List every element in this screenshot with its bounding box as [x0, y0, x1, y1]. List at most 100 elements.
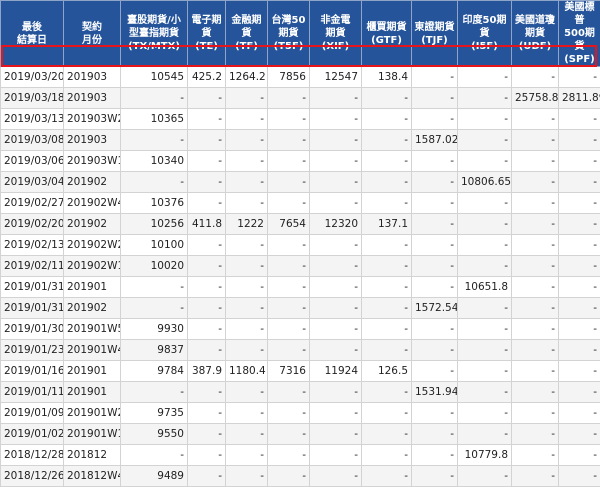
cell-udf: -: [512, 235, 559, 256]
cell-tx-mtx: -: [121, 172, 188, 193]
cell-tf: -: [226, 88, 268, 109]
cell-tx-mtx: -: [121, 130, 188, 151]
cell-t5f: -: [268, 109, 310, 130]
cell-i5f: -: [458, 298, 512, 319]
cell-tf: -: [226, 445, 268, 466]
cell-tjf: -: [412, 235, 458, 256]
cell-spf: -: [559, 403, 600, 424]
cell-t5f: -: [268, 193, 310, 214]
cell-tjf: -: [412, 172, 458, 193]
cell-tf: 1180.4: [226, 361, 268, 382]
cell-i5f: -: [458, 109, 512, 130]
cell-contract-month: 201902W1: [64, 256, 121, 277]
cell-te: -: [188, 466, 226, 487]
cell-t5f: -: [268, 340, 310, 361]
table-row: 2019/03/06201903W110340---------: [1, 151, 600, 172]
cell-i5f: -: [458, 382, 512, 403]
cell-t5f: 7316: [268, 361, 310, 382]
cell-tx-mtx: 9735: [121, 403, 188, 424]
cell-settlement-date: 2019/01/30: [1, 319, 64, 340]
cell-te: -: [188, 319, 226, 340]
cell-i5f: -: [458, 214, 512, 235]
cell-te: -: [188, 109, 226, 130]
cell-settlement-date: 2019/01/23: [1, 340, 64, 361]
cell-tf: -: [226, 298, 268, 319]
cell-t5f: -: [268, 172, 310, 193]
cell-xif: -: [310, 340, 362, 361]
header-gtf: 櫃買期貨(GTF): [362, 1, 412, 67]
cell-t5f: -: [268, 298, 310, 319]
cell-spf: -: [559, 424, 600, 445]
cell-tx-mtx: -: [121, 277, 188, 298]
cell-settlement-date: 2019/02/20: [1, 214, 64, 235]
header-contract-month: 契約月份: [64, 1, 121, 67]
cell-gtf: -: [362, 340, 412, 361]
cell-contract-month: 201903W2: [64, 109, 121, 130]
cell-gtf: -: [362, 403, 412, 424]
cell-tx-mtx: -: [121, 298, 188, 319]
cell-i5f: -: [458, 424, 512, 445]
cell-gtf: -: [362, 235, 412, 256]
cell-tx-mtx: 10100: [121, 235, 188, 256]
cell-contract-month: 201901W5: [64, 319, 121, 340]
cell-udf: -: [512, 151, 559, 172]
cell-gtf: -: [362, 256, 412, 277]
cell-contract-month: 201901: [64, 277, 121, 298]
cell-tf: -: [226, 256, 268, 277]
cell-settlement-date: 2019/01/09: [1, 403, 64, 424]
cell-gtf: -: [362, 151, 412, 172]
cell-udf: -: [512, 277, 559, 298]
cell-t5f: -: [268, 88, 310, 109]
cell-te: 387.9: [188, 361, 226, 382]
cell-tf: -: [226, 403, 268, 424]
cell-tjf: -: [412, 340, 458, 361]
cell-tx-mtx: -: [121, 382, 188, 403]
cell-tjf: -: [412, 403, 458, 424]
cell-gtf: -: [362, 424, 412, 445]
cell-gtf: -: [362, 277, 412, 298]
cell-contract-month: 201812: [64, 445, 121, 466]
cell-udf: -: [512, 382, 559, 403]
cell-spf: -: [559, 235, 600, 256]
cell-i5f: 10651.8: [458, 277, 512, 298]
cell-spf: -: [559, 214, 600, 235]
table-row: 2019/01/23201901W49837---------: [1, 340, 600, 361]
cell-contract-month: 201902: [64, 214, 121, 235]
cell-udf: -: [512, 340, 559, 361]
settlement-table-view: 最後結算日 契約月份 臺股期貨/小型臺指期貨(TX/MTX) 電子期貨(TE) …: [0, 0, 600, 459]
cell-i5f: -: [458, 88, 512, 109]
cell-settlement-date: 2019/01/31: [1, 277, 64, 298]
header-xif: 非金電期貨(XIF): [310, 1, 362, 67]
cell-settlement-date: 2018/12/26: [1, 466, 64, 487]
cell-tf: -: [226, 172, 268, 193]
cell-settlement-date: 2019/03/04: [1, 172, 64, 193]
cell-spf: -: [559, 67, 600, 88]
cell-tx-mtx: 10376: [121, 193, 188, 214]
cell-contract-month: 201812W4: [64, 466, 121, 487]
table-row: 2019/02/11201902W110020---------: [1, 256, 600, 277]
cell-xif: -: [310, 256, 362, 277]
cell-tjf: -: [412, 277, 458, 298]
cell-udf: -: [512, 193, 559, 214]
cell-i5f: 10806.65: [458, 172, 512, 193]
cell-contract-month: 201901: [64, 382, 121, 403]
cell-i5f: -: [458, 67, 512, 88]
cell-udf: -: [512, 109, 559, 130]
cell-udf: -: [512, 445, 559, 466]
cell-tf: -: [226, 235, 268, 256]
cell-tx-mtx: 10256: [121, 214, 188, 235]
cell-xif: 12547: [310, 67, 362, 88]
cell-udf: -: [512, 130, 559, 151]
cell-te: -: [188, 340, 226, 361]
cell-i5f: -: [458, 361, 512, 382]
cell-gtf: -: [362, 445, 412, 466]
cell-spf: -: [559, 340, 600, 361]
header-tx-mtx: 臺股期貨/小型臺指期貨(TX/MTX): [121, 1, 188, 67]
cell-i5f: -: [458, 466, 512, 487]
cell-udf: -: [512, 466, 559, 487]
settlement-table: 最後結算日 契約月份 臺股期貨/小型臺指期貨(TX/MTX) 電子期貨(TE) …: [0, 0, 600, 487]
cell-tx-mtx: 10545: [121, 67, 188, 88]
table-row: 2019/02/13201902W210100---------: [1, 235, 600, 256]
cell-spf: -: [559, 172, 600, 193]
cell-contract-month: 201903: [64, 88, 121, 109]
